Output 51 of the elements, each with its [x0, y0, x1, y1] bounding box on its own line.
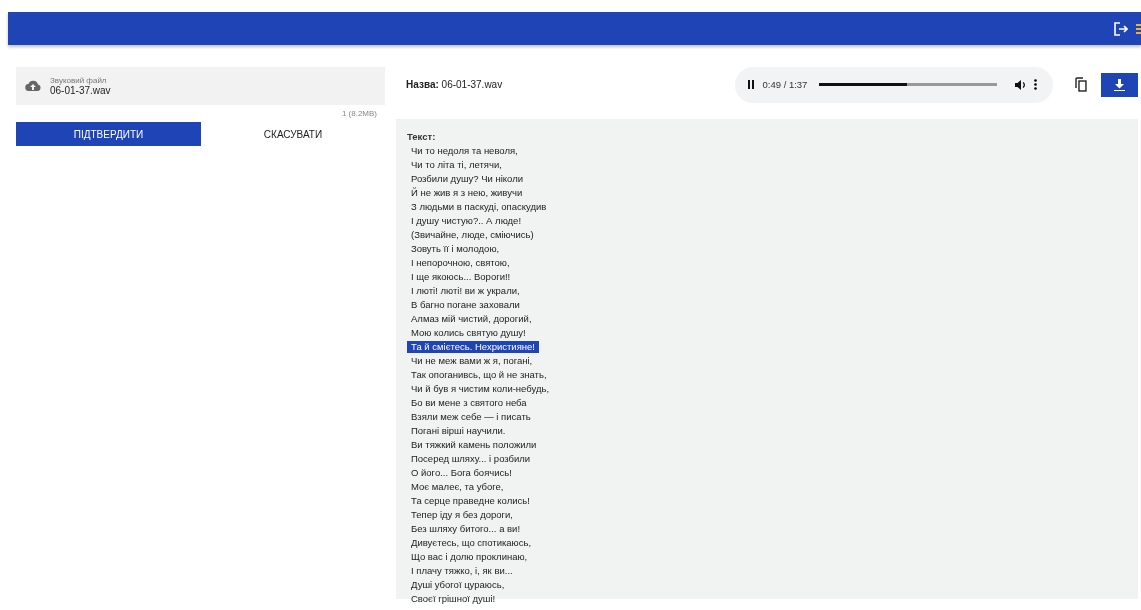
text-label: Текст: — [407, 131, 436, 142]
text-line: Чи то літа ті, летячи, — [410, 158, 503, 172]
text-line: О його... Бога боячись! — [410, 466, 513, 480]
download-button[interactable] — [1101, 72, 1138, 97]
cloud-upload-icon — [25, 80, 41, 92]
text-line: Мою колись святую душу! — [410, 326, 527, 340]
text-line: І люті! люті! ви ж украли, — [410, 284, 521, 298]
pause-icon[interactable] — [746, 80, 755, 89]
text-line: Взяли меж себе — і писать — [410, 410, 532, 424]
text-line: Моє малеє, та убоге, — [410, 480, 505, 494]
playback-time: 0:49 / 1:37 — [762, 79, 808, 90]
text-line: Своєї грішної душі! — [410, 592, 497, 606]
download-icon — [1114, 78, 1126, 91]
copy-icon[interactable] — [1075, 77, 1088, 92]
more-icon[interactable] — [1034, 79, 1038, 90]
text-line: Та серце праведне колись! — [410, 494, 531, 508]
text-line: І ще якоюсь... Вороги!! — [410, 270, 512, 284]
logout-icon[interactable] — [1114, 21, 1128, 36]
text-line: (Звичайне, люде, сміючись) — [410, 228, 535, 242]
text-line: Тепер іду я без дороги, — [410, 508, 514, 522]
seek-bar[interactable] — [819, 83, 998, 86]
text-line: Зовуть її і молодою, — [410, 242, 501, 256]
text-line: З людьми в паскуді, опаскудив — [410, 200, 548, 214]
text-line: Алмаз мій чистий, дорогий, — [410, 312, 533, 326]
text-line: Бо ви мене з святого неба — [410, 396, 528, 410]
text-line: Погані вірші научили. — [410, 424, 507, 438]
text-line: Що вас і долю проклинаю, — [410, 550, 529, 564]
file-name: 06-01-37.wav — [50, 85, 111, 96]
menu-icon[interactable] — [1136, 22, 1141, 35]
text-line: Розбили душу? Чи ніколи — [410, 172, 524, 186]
text-line: Й не жив я з нею, живучи — [410, 186, 524, 200]
text-line: Чи то недоля та неволя, — [410, 144, 519, 158]
text-line: І плачу тяжко, і, як ви... — [410, 564, 514, 578]
text-line: Чи не меж вами ж я, погані, — [410, 354, 534, 368]
text-line: Без шляху битого... а ви! — [410, 522, 522, 536]
file-count: 1 (8.2MB) — [341, 109, 377, 118]
text-line: Так опоганивсь, що й не знать, — [410, 368, 548, 382]
file-title: Назва: 06-01-37.wav — [405, 79, 504, 90]
cancel-button[interactable]: СКАСУВАТИ — [201, 122, 385, 146]
text-line: Посеред шляху... і розбили — [410, 452, 532, 466]
text-line: Дивуєтесь, що спотикаюсь, — [410, 536, 533, 550]
volume-icon[interactable] — [1015, 79, 1027, 90]
file-upload-field[interactable]: Звуковий файл 06-01-37.wav — [16, 67, 385, 105]
text-line: І непорочною, святою, — [410, 256, 511, 270]
text-line: В багно погане заховали — [410, 298, 521, 312]
text-line: І душу чистую?.. А люде! — [410, 214, 523, 228]
text-line: Душі убогої цураюсь, — [410, 578, 506, 592]
text-line: Ви тяжкий камень положили — [410, 438, 538, 452]
field-label: Звуковий файл — [50, 76, 108, 85]
confirm-button[interactable]: ПІДТВЕРДИТИ — [16, 122, 201, 146]
text-line: Чи й був я чистим коли-небудь, — [410, 382, 551, 396]
